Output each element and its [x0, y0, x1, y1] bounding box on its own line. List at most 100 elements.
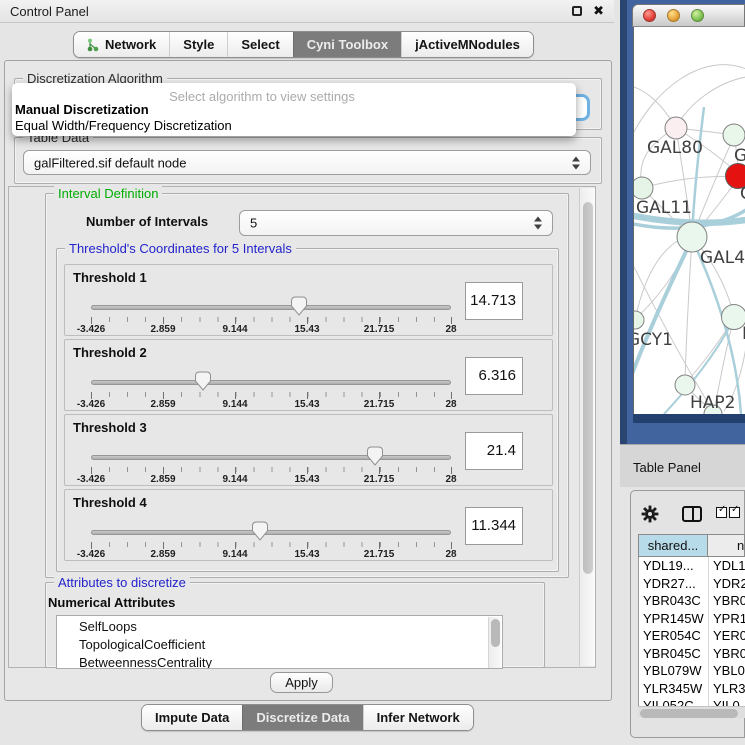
threshold-3-slider-thumb[interactable]	[366, 446, 384, 466]
zoom-traffic-light-icon[interactable]	[691, 9, 704, 22]
network-icon	[87, 38, 100, 52]
threshold-3-label: Threshold 3	[73, 420, 147, 435]
tick-label: -3.426	[77, 399, 105, 410]
number-of-intervals-combobox[interactable]: 5	[239, 210, 553, 236]
node-gcy1	[634, 311, 644, 329]
tick-label: 9.144	[222, 549, 247, 560]
threshold-panel-2: Threshold 2 -3.426 2.859 9.144 15.43 21.…	[64, 339, 553, 411]
tick-label: 9.144	[222, 399, 247, 410]
thresholds-group: Threshold's Coordinates for 5 Intervals …	[56, 248, 559, 572]
algorithm-item-equal-width[interactable]: Equal Width/Frequency Discretization	[15, 118, 232, 133]
tick-label: 21.715	[364, 474, 395, 485]
checkbox-select-none-icon[interactable]: ✓	[729, 507, 740, 518]
threshold-4-value-field[interactable]: 11.344	[465, 507, 523, 545]
attributes-group: Attributes to discretize Numerical Attri…	[45, 582, 545, 668]
list-item-topologicalcoefficient[interactable]: TopologicalCoefficient	[79, 637, 205, 652]
table-data-combobox[interactable]: galFiltered.sif default node	[23, 150, 591, 175]
tick-label: 9.144	[222, 474, 247, 485]
minimize-traffic-light-icon[interactable]	[667, 9, 680, 22]
vertical-scrollbar-thumb[interactable]	[583, 202, 593, 574]
network-canvas[interactable]: GAL80 GA C GAL11 GAL4 GCY1 H HAP2	[633, 27, 745, 414]
threshold-4-slider-track[interactable]	[91, 530, 451, 535]
tab-infer-network[interactable]: Infer Network	[363, 705, 473, 730]
tick-label: 9.144	[222, 324, 247, 335]
table-row[interactable]: YIL052CYIL0	[639, 697, 745, 706]
node-label-ga: GA	[734, 146, 745, 166]
tab-infer-network-label: Infer Network	[377, 710, 460, 725]
threshold-panel-3: Threshold 3 -3.426 2.859 9.144 15.43 21.…	[64, 414, 553, 486]
control-panel-title: Control Panel	[10, 4, 89, 19]
tab-impute-data-label: Impute Data	[155, 710, 229, 725]
column-header-shared-name[interactable]: shared...	[638, 534, 708, 557]
table-row[interactable]: YBR045CYBR0	[639, 645, 745, 663]
tab-select-label: Select	[241, 37, 279, 52]
attributes-list-scrollbar-thumb[interactable]	[491, 619, 500, 647]
tab-network[interactable]: Network	[74, 32, 169, 57]
node-label-gal11: GAL11	[636, 198, 692, 218]
node-label-c: C	[740, 184, 745, 204]
node-gal80	[665, 117, 687, 139]
checkbox-select-all-icon[interactable]: ✓	[716, 507, 727, 518]
horizontal-scrollbar[interactable]	[638, 706, 745, 718]
threshold-1-ticks	[91, 317, 452, 324]
tick-label: -3.426	[77, 549, 105, 560]
tab-cyni-toolbox[interactable]: Cyni Toolbox	[293, 32, 401, 57]
threshold-2-slider-thumb[interactable]	[194, 371, 212, 391]
network-window-titlebar[interactable]	[632, 4, 745, 27]
apply-button[interactable]: Apply	[270, 672, 333, 693]
attributes-list-scrollbar[interactable]	[488, 617, 501, 669]
column-header-name[interactable]: name	[708, 534, 745, 557]
number-of-intervals-label: Number of Intervals	[86, 214, 208, 229]
threshold-1-value-field[interactable]: 14.713	[465, 282, 523, 320]
tab-style[interactable]: Style	[169, 32, 227, 57]
tab-style-label: Style	[183, 37, 214, 52]
algorithm-item-manual[interactable]: Manual Discretization	[15, 102, 149, 117]
threshold-1-slider-track[interactable]	[91, 305, 451, 310]
tick-label: -3.426	[77, 474, 105, 485]
split-columns-icon[interactable]	[682, 506, 702, 522]
desktop-edge	[620, 0, 627, 444]
threshold-1-slider-thumb[interactable]	[290, 296, 308, 316]
threshold-2-slider-track[interactable]	[91, 380, 451, 385]
network-window-bottom-edge	[633, 414, 745, 423]
interval-definition-title: Interval Definition	[54, 186, 162, 201]
tab-select[interactable]: Select	[227, 32, 292, 57]
table-row[interactable]: YDL19...YDL1	[639, 557, 745, 575]
column-header-name-label: name	[737, 538, 745, 553]
node-label-gcy1: GCY1	[634, 330, 673, 350]
table-row[interactable]: YER054CYER0	[639, 627, 745, 645]
node-hap2	[675, 375, 695, 395]
table-panel-title: Table Panel	[633, 460, 701, 475]
tick-label: 2.859	[150, 474, 175, 485]
algorithm-hint-item[interactable]: Select algorithm to view settings	[132, 89, 392, 104]
algorithm-dropdown-popup: Select algorithm to view settings Manual…	[12, 83, 576, 136]
table-row[interactable]: YDR27...YDR2	[639, 575, 745, 593]
close-icon[interactable]: ✖	[593, 3, 604, 19]
threshold-2-label: Threshold 2	[73, 345, 147, 360]
node-ga	[723, 124, 745, 146]
control-panel-tabbar: Network Style Select Cyni Toolbox jActiv…	[73, 31, 534, 58]
horizontal-scrollbar-thumb[interactable]	[640, 709, 738, 718]
table-data-combobox-value: galFiltered.sif default node	[34, 155, 186, 170]
threshold-3-value-field[interactable]: 21.4	[465, 432, 523, 470]
list-item-betweennesscentrality[interactable]: BetweennessCentrality	[79, 655, 212, 669]
tick-label: 21.715	[364, 399, 395, 410]
tick-label: 21.715	[364, 549, 395, 560]
table-row[interactable]: YLR345WYLR3	[639, 680, 745, 698]
table-row[interactable]: YBR043CYBR0	[639, 592, 745, 610]
table-panel-titlebar: Table Panel	[620, 444, 745, 487]
float-window-icon[interactable]	[572, 6, 582, 16]
vertical-scrollbar[interactable]	[579, 188, 595, 666]
list-item-selfloops[interactable]: SelfLoops	[79, 619, 137, 634]
node-label-gal80: GAL80	[647, 138, 703, 158]
threshold-2-value-field[interactable]: 6.316	[465, 357, 523, 395]
table-row[interactable]: YPR145WYPR1	[639, 610, 745, 628]
gear-icon[interactable]	[641, 505, 659, 523]
tab-discretize-data[interactable]: Discretize Data	[242, 705, 362, 730]
tab-jactivemnodules[interactable]: jActiveMNodules	[401, 32, 533, 57]
threshold-3-slider-track[interactable]	[91, 455, 451, 460]
tab-impute-data[interactable]: Impute Data	[142, 705, 242, 730]
threshold-4-slider-thumb[interactable]	[251, 521, 269, 541]
table-row[interactable]: YBL079WYBL0	[639, 662, 745, 680]
close-traffic-light-icon[interactable]	[643, 9, 656, 22]
